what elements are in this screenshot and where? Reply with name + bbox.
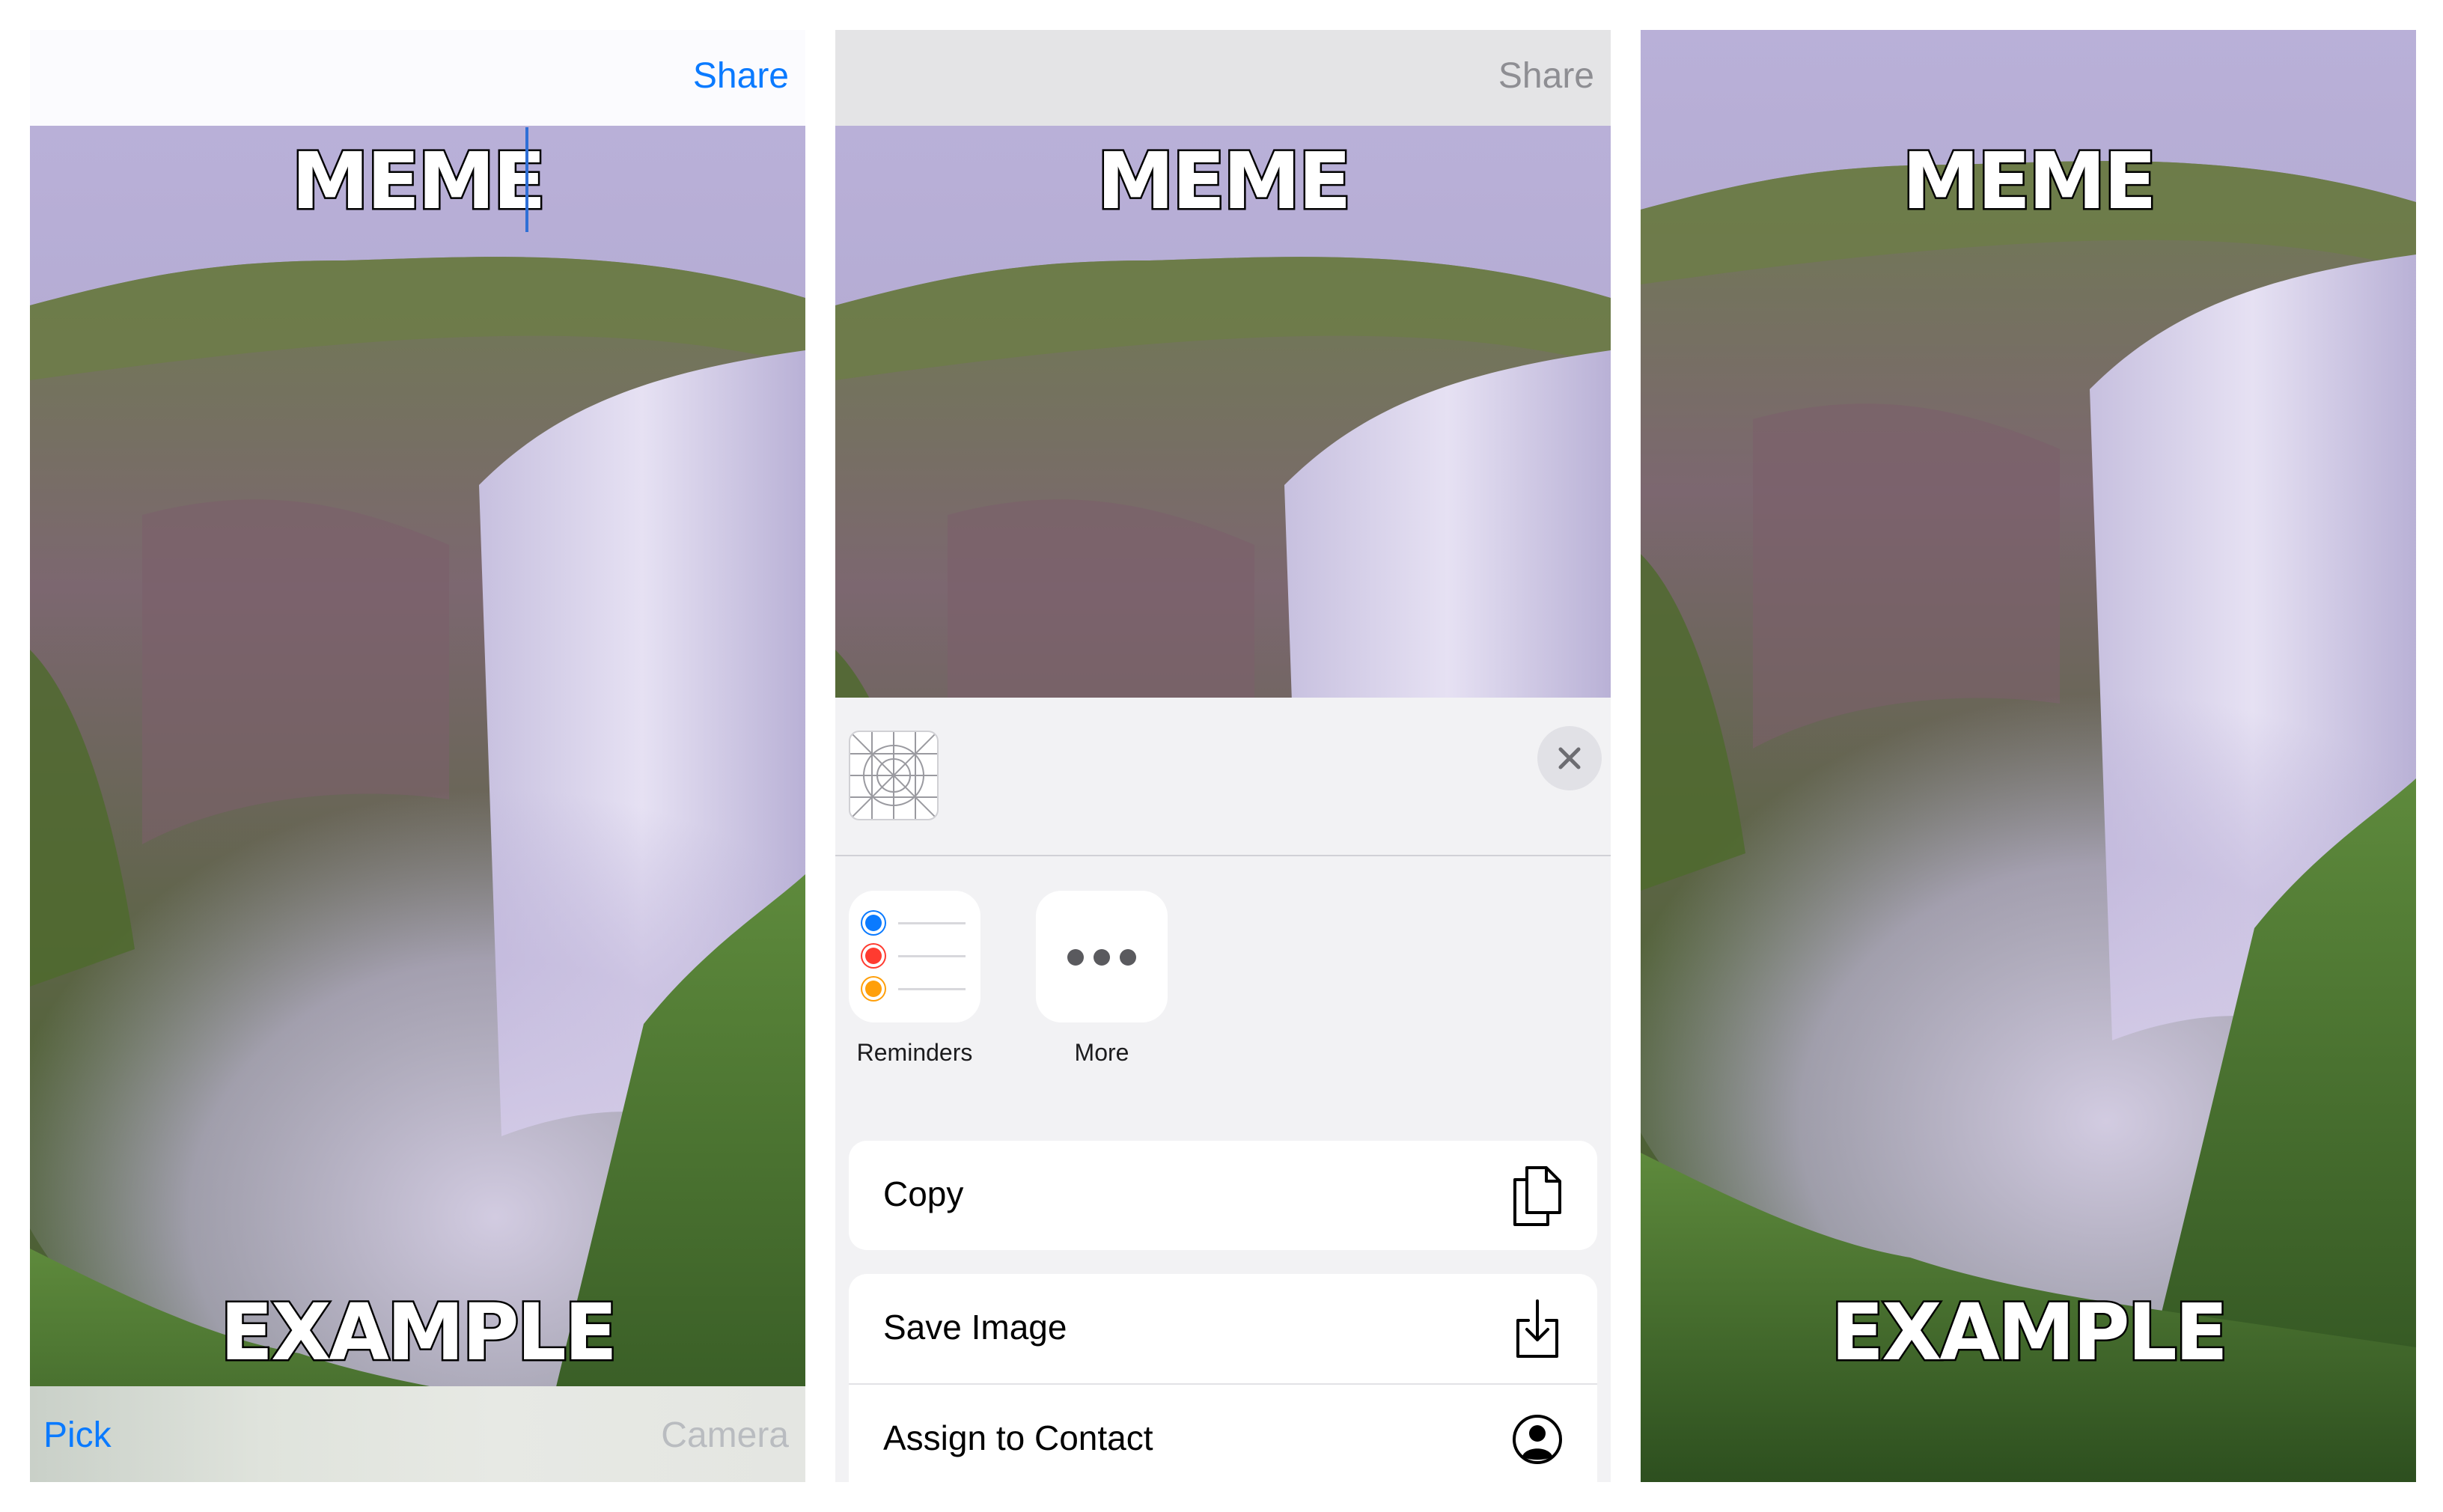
- action-group-secondary: Save Image Assign to Contact: [849, 1274, 1597, 1482]
- share-sheet-panel: Share MEME Reminders More Copy Save Imag…: [835, 30, 1611, 1482]
- share-app-reminders[interactable]: Reminders: [849, 891, 980, 1067]
- meme-bottom-text: EXAMPLE: [1829, 1287, 2230, 1378]
- meme-top-text: MEME: [1900, 135, 2159, 227]
- close-button[interactable]: [1537, 726, 1602, 790]
- text-cursor: [525, 127, 528, 232]
- camera-button[interactable]: Camera: [661, 1415, 789, 1456]
- meme-top-text: MEME: [1095, 135, 1353, 227]
- action-label: Assign to Contact: [883, 1418, 1153, 1457]
- reminders-icon: [849, 891, 980, 1022]
- more-icon: [1036, 891, 1168, 1022]
- bottom-toolbar: Pick Camera: [30, 1386, 805, 1482]
- action-label: Copy: [883, 1174, 964, 1213]
- share-app-more[interactable]: More: [1036, 891, 1168, 1067]
- meme-bottom-text[interactable]: EXAMPLE: [30, 1292, 805, 1374]
- copy-action[interactable]: Copy: [849, 1141, 1597, 1250]
- meme-editor-panel: Share MEME EXAMPLE Pick Camera: [30, 30, 805, 1482]
- pick-button[interactable]: Pick: [43, 1415, 112, 1456]
- image-placeholder-icon: [849, 731, 939, 820]
- share-sheet: Reminders More Copy Save Image Assign to…: [835, 698, 1611, 1482]
- action-label: Save Image: [883, 1308, 1067, 1347]
- app-label: Reminders: [856, 1039, 973, 1066]
- save-image-icon: [1516, 1299, 1558, 1358]
- nav-bar: Share: [30, 30, 805, 126]
- app-label: More: [1074, 1039, 1129, 1066]
- save-image-action[interactable]: Save Image: [849, 1274, 1597, 1385]
- waterfall-photo: [1641, 30, 2416, 1482]
- nav-bar: Share: [835, 30, 1611, 126]
- waterfall-photo: [30, 126, 805, 1386]
- close-icon: [1558, 747, 1581, 769]
- share-button[interactable]: Share: [693, 55, 789, 97]
- meme-top-text[interactable]: MEME: [30, 141, 805, 222]
- copy-icon: [1513, 1166, 1561, 1226]
- share-sheet-header: [835, 698, 1611, 856]
- contact-icon: [1513, 1415, 1562, 1464]
- action-group-primary: Copy: [849, 1141, 1597, 1250]
- share-button[interactable]: Share: [1498, 55, 1594, 97]
- meme-result-panel: MEME EXAMPLE: [1641, 30, 2416, 1482]
- assign-to-contact-action[interactable]: Assign to Contact: [849, 1385, 1597, 1482]
